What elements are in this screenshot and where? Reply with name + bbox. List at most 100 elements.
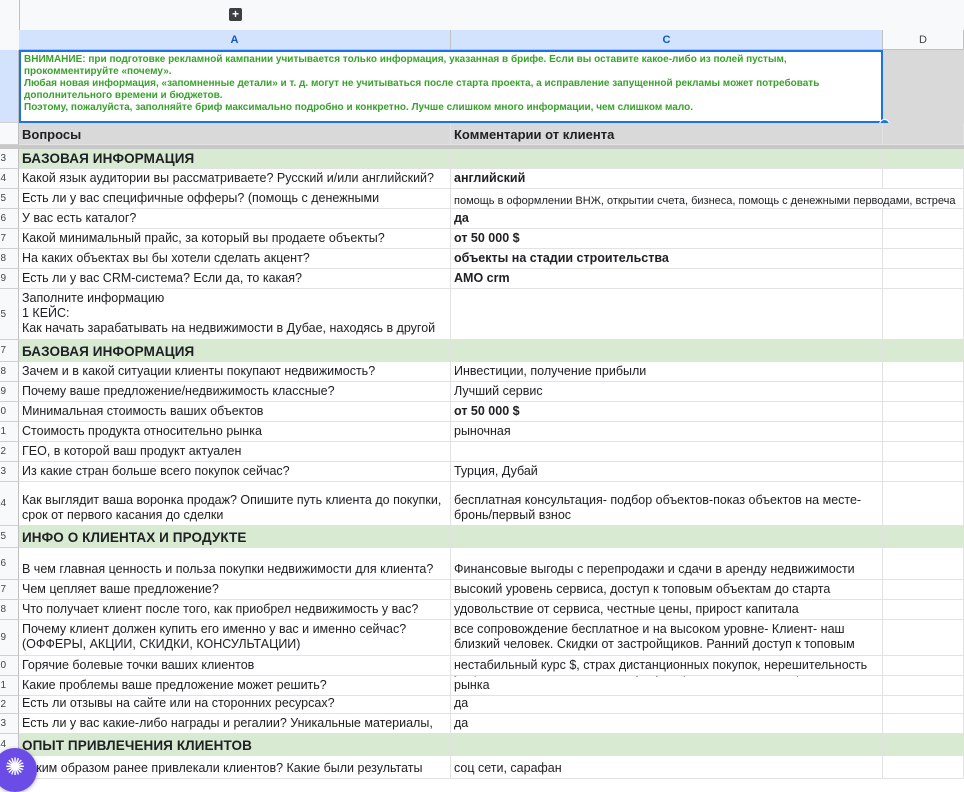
answer-cell[interactable]: уверенность в качестве наших услуг, гара…	[451, 676, 883, 695]
answer-cell[interactable]: удовольствие от сервиса, честные цены, п…	[451, 600, 883, 619]
answer-cell[interactable]	[451, 289, 883, 339]
row-header[interactable]: 2	[0, 442, 19, 462]
row-header[interactable]: 3	[0, 149, 19, 169]
column-header-c[interactable]: C	[451, 30, 883, 50]
cell-d[interactable]	[883, 656, 964, 675]
question-cell[interactable]: ИНФО О КЛИЕНТАХ И ПРОДУКТЕ	[19, 526, 451, 547]
answer-cell[interactable]: рыночная	[451, 422, 883, 441]
row-header[interactable]: 4	[0, 169, 19, 189]
row-header[interactable]: 1	[0, 676, 19, 696]
cell-d[interactable]	[883, 734, 964, 755]
cell-d[interactable]	[883, 340, 964, 361]
question-cell[interactable]: Минимальная стоимость ваших объектов	[19, 402, 451, 421]
cell-d[interactable]	[883, 756, 964, 778]
row-header[interactable]: 6	[0, 548, 19, 580]
cell-d[interactable]	[883, 362, 964, 381]
answer-cell[interactable]: AMO crm	[451, 269, 883, 288]
question-cell[interactable]: ОПЫТ ПРИВЛЕЧЕНИЯ КЛИЕНТОВ	[19, 734, 451, 755]
question-cell[interactable]: ГЕО, в которой ваш продукт актуален	[19, 442, 451, 461]
answer-cell[interactable]: высокий уровень сервиса, доступ к топовы…	[451, 580, 883, 599]
cell-d[interactable]	[883, 209, 964, 228]
row-header[interactable]: 8	[0, 249, 19, 269]
row-header[interactable]: 2	[0, 696, 19, 714]
answer-cell[interactable]: помощь в оформлении ВНЖ, открытии счета,…	[451, 189, 964, 208]
question-cell[interactable]: Есть ли у вас CRM-система? Если да, то к…	[19, 269, 451, 288]
question-cell[interactable]: Какой минимальный прайс, за который вы п…	[19, 229, 451, 248]
cell-d[interactable]	[883, 462, 964, 481]
cell-d[interactable]	[883, 149, 964, 168]
question-cell[interactable]: Из какие стран больше всего покупок сейч…	[19, 462, 451, 481]
cell-d[interactable]	[883, 229, 964, 248]
question-cell[interactable]: Почему ваше предложение/недвижимость кла…	[19, 382, 451, 401]
question-cell[interactable]: Есть ли у вас специфичные офферы? (помощ…	[19, 189, 451, 208]
question-cell[interactable]: На каких объектах вы бы хотели сделать а…	[19, 249, 451, 268]
answer-cell[interactable]: от 50 000 $	[451, 402, 883, 421]
answer-cell[interactable]: объекты на стадии строительства	[451, 249, 883, 268]
cell-d[interactable]	[883, 382, 964, 401]
answer-cell[interactable]: от 50 000 $	[451, 229, 883, 248]
header-questions-cell[interactable]: Вопросы	[19, 123, 451, 144]
row-header[interactable]: 5	[0, 289, 19, 340]
row-header[interactable]: 6	[0, 209, 19, 229]
row-header[interactable]: 3	[0, 714, 19, 734]
row-header[interactable]: 8	[0, 600, 19, 620]
answer-cell[interactable]: Финансовые выгоды с перепродажи и сдачи …	[451, 548, 883, 579]
row-header[interactable]: 9	[0, 382, 19, 402]
cell-d[interactable]	[883, 249, 964, 268]
column-header-a[interactable]: A	[19, 30, 451, 50]
cell-d[interactable]	[883, 442, 964, 461]
answer-cell[interactable]: да	[451, 209, 883, 228]
cell-d[interactable]	[883, 402, 964, 421]
question-cell[interactable]: БАЗОВАЯ ИНФОРМАЦИЯ	[19, 149, 451, 168]
header-comments-cell[interactable]: Комментарии от клиента	[451, 123, 883, 144]
question-cell[interactable]: Что получает клиент после того, как прио…	[19, 600, 451, 619]
row-header[interactable]: 7	[0, 580, 19, 600]
cell-d[interactable]	[883, 422, 964, 441]
row-header[interactable]: 1	[0, 422, 19, 442]
question-cell[interactable]: Каким образом ранее привлекали клиентов?…	[19, 756, 451, 778]
assistant-gear-icon[interactable]: ✺	[0, 748, 37, 792]
answer-cell[interactable]: Инвестиции, получение прибыли	[451, 362, 883, 381]
row-header[interactable]: 5	[0, 526, 19, 548]
answer-cell[interactable]: соц сети, сарафан	[451, 756, 883, 778]
cell-d[interactable]	[883, 123, 964, 144]
question-cell[interactable]: Есть ли у вас какие-либо награды и регал…	[19, 714, 451, 733]
cell-d[interactable]	[883, 482, 964, 525]
row-header[interactable]: 9	[0, 269, 19, 289]
answer-cell[interactable]: все сопровождение бесплатное и на высоко…	[451, 620, 883, 655]
answer-cell[interactable]	[451, 340, 883, 361]
question-cell[interactable]: Есть ли отзывы на сайте или на сторонних…	[19, 696, 451, 713]
question-cell[interactable]: БАЗОВАЯ ИНФОРМАЦИЯ	[19, 340, 451, 361]
cell-d[interactable]	[883, 169, 964, 188]
cell-d[interactable]	[883, 548, 964, 579]
question-cell[interactable]: Чем цепляет ваше предложение?	[19, 580, 451, 599]
answer-cell[interactable]	[451, 526, 883, 547]
cell-d[interactable]	[883, 269, 964, 288]
question-cell[interactable]: Какие проблемы ваше предложение может ре…	[19, 676, 451, 695]
row-header[interactable]: 7	[0, 229, 19, 249]
row-header[interactable]: 0	[0, 656, 19, 676]
cell-d[interactable]	[883, 696, 964, 713]
question-cell[interactable]: Зачем и в какой ситуации клиенты покупаю…	[19, 362, 451, 381]
answer-cell[interactable]: Лучший сервис	[451, 382, 883, 401]
row-header[interactable]: 8	[0, 362, 19, 382]
answer-cell[interactable]: нестабильный курс $, страх дистанционных…	[451, 656, 883, 675]
answer-cell[interactable]: Турция, Дубай	[451, 462, 883, 481]
cell-d1[interactable]	[883, 50, 964, 124]
answer-cell[interactable]: английский	[451, 169, 883, 188]
answer-cell[interactable]: да	[451, 696, 883, 713]
notice-cell[interactable]: ВНИМАНИЕ: при подготовке рекламной кампа…	[19, 50, 883, 123]
question-cell[interactable]: Горячие болевые точки ваших клиентов	[19, 656, 451, 675]
cell-d[interactable]	[883, 714, 964, 733]
question-cell[interactable]: Почему клиент должен купить его именно у…	[19, 620, 451, 655]
row-header[interactable]	[0, 50, 19, 123]
question-cell[interactable]: Стоимость продукта относительно рынка	[19, 422, 451, 441]
cell-d[interactable]	[883, 580, 964, 599]
question-cell[interactable]: Заполните информацию 1 КЕЙС: Как начать …	[19, 289, 451, 339]
answer-cell[interactable]	[451, 149, 883, 168]
row-header[interactable]: 4	[0, 482, 19, 526]
question-cell[interactable]: У вас есть каталог?	[19, 209, 451, 228]
row-header[interactable]: 3	[0, 462, 19, 482]
expand-group-icon[interactable]: +	[229, 8, 242, 21]
question-cell[interactable]: В чем главная ценность и польза покупки …	[19, 548, 451, 579]
